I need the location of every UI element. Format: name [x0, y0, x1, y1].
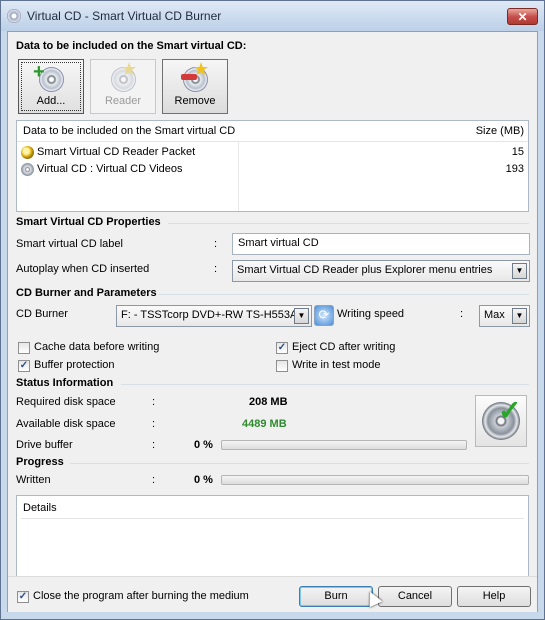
drive-buffer-label: Drive buffer [16, 439, 73, 451]
writing-speed-value: Max [484, 309, 505, 321]
cd-label-field[interactable]: Smart virtual CD [232, 233, 530, 255]
written-label: Written [16, 474, 51, 486]
star-icon: ★ [193, 59, 210, 79]
close-after-burn-checkbox[interactable]: ✓ [17, 591, 29, 603]
available-space-value: 4489 MB [242, 418, 287, 430]
drive-buffer-progress [221, 440, 467, 450]
colon: : [460, 308, 464, 320]
colon: : [214, 238, 218, 250]
reader-button[interactable]: ★ Reader [90, 59, 156, 114]
reader-button-label: Reader [104, 95, 142, 107]
buffer-protection-checkbox[interactable]: ✓ [18, 360, 30, 372]
buffer-protection-label[interactable]: Buffer protection [34, 359, 115, 371]
properties-heading: Smart Virtual CD Properties [16, 216, 161, 228]
status-heading: Status Information [16, 377, 114, 389]
cd-label-label: Smart virtual CD label [16, 238, 123, 250]
eject-cd-label[interactable]: Eject CD after writing [292, 341, 395, 353]
burn-button[interactable]: Burn [299, 586, 373, 607]
colon: : [214, 263, 218, 275]
cd-burner-select-value: F: - TSSTcorp DVD+-RW TS-H553A [121, 309, 298, 321]
close-after-burn-label[interactable]: Close the program after burning the medi… [33, 590, 249, 602]
divider [159, 294, 529, 295]
required-space-label: Required disk space [16, 396, 116, 408]
writing-speed-label: Writing speed [337, 308, 405, 320]
cache-data-checkbox[interactable] [18, 342, 30, 354]
help-button[interactable]: Help [457, 586, 531, 607]
cd-burner-label: CD Burner [16, 308, 68, 320]
chevron-down-icon[interactable]: ▼ [294, 308, 309, 324]
list-item-size: 193 [505, 163, 524, 175]
list-item[interactable]: Smart Virtual CD Reader Packet 15 [21, 145, 524, 161]
colon: : [152, 439, 156, 451]
data-list[interactable]: Data to be included on the Smart virtual… [16, 120, 529, 212]
chevron-down-icon[interactable]: ▼ [512, 308, 527, 324]
refresh-icon[interactable]: ⟳ [314, 305, 334, 326]
main-window: Virtual CD - Smart Virtual CD Burner ✕ D… [0, 0, 545, 620]
divider [168, 223, 529, 224]
close-window-button[interactable]: ✕ [507, 8, 538, 25]
cd-app-icon [7, 9, 21, 23]
add-button-label: Add... [36, 95, 66, 107]
dialog-body: Data to be included on the Smart virtual… [7, 31, 538, 612]
cancel-button[interactable]: Cancel [378, 586, 452, 607]
drive-buffer-value: 0 % [194, 439, 213, 451]
cd-burner-select[interactable]: F: - TSSTcorp DVD+-RW TS-H553A ▼ [116, 305, 312, 327]
colon: : [152, 418, 156, 430]
reader-packet-icon [21, 146, 34, 159]
remove-button[interactable]: ★ Remove [162, 59, 228, 114]
available-space-label: Available disk space [16, 418, 116, 430]
burner-status-image: ✓ [475, 395, 527, 447]
column-header-name[interactable]: Data to be included on the Smart virtual… [23, 125, 235, 137]
add-button[interactable]: + Add... [18, 59, 84, 114]
list-item-name: Smart Virtual CD Reader Packet [37, 146, 196, 158]
data-section-heading: Data to be included on the Smart virtual… [16, 40, 247, 52]
plus-icon: + [33, 61, 45, 83]
colon: : [152, 396, 156, 408]
details-title: Details [23, 502, 57, 514]
checkmark-icon: ✓ [498, 395, 522, 426]
test-mode-label[interactable]: Write in test mode [292, 359, 380, 371]
written-progress [221, 475, 529, 485]
required-space-value: 208 MB [249, 396, 288, 408]
written-value: 0 % [194, 474, 213, 486]
list-item-name: Virtual CD : Virtual CD Videos [37, 163, 183, 175]
column-header-size[interactable]: Size (MB) [476, 125, 524, 137]
chevron-down-icon[interactable]: ▼ [512, 263, 527, 279]
eject-cd-checkbox[interactable]: ✓ [276, 342, 288, 354]
writing-speed-select[interactable]: Max ▼ [479, 305, 530, 327]
virtual-cd-icon [21, 163, 34, 176]
cache-data-label[interactable]: Cache data before writing [34, 341, 159, 353]
divider [70, 463, 529, 464]
autoplay-label: Autoplay when CD inserted [16, 263, 150, 275]
divider [21, 518, 524, 519]
divider [8, 576, 537, 577]
title-bar[interactable]: Virtual CD - Smart Virtual CD Burner ✕ [1, 1, 544, 31]
remove-button-label: Remove [174, 95, 216, 107]
star-icon: ★ [121, 59, 138, 79]
divider [121, 384, 529, 385]
window-title: Virtual CD - Smart Virtual CD Burner [27, 9, 222, 23]
burner-heading: CD Burner and Parameters [16, 287, 157, 299]
list-header: Data to be included on the Smart virtual… [17, 121, 528, 142]
test-mode-checkbox[interactable] [276, 360, 288, 372]
progress-heading: Progress [16, 456, 64, 468]
list-item[interactable]: Virtual CD : Virtual CD Videos 193 [21, 162, 524, 178]
list-item-size: 15 [511, 146, 524, 158]
colon: : [152, 474, 156, 486]
autoplay-select[interactable]: Smart Virtual CD Reader plus Explorer me… [232, 260, 530, 282]
autoplay-select-value: Smart Virtual CD Reader plus Explorer me… [237, 264, 493, 276]
